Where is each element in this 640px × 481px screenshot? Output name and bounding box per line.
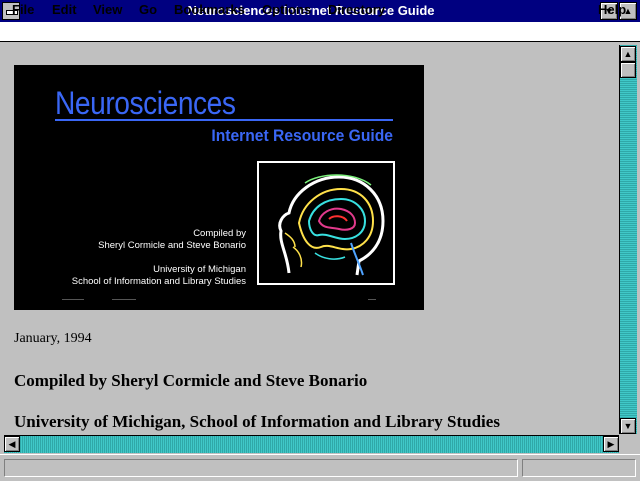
banner-affiliation-line2: School of Information and Library Studie… [71, 276, 246, 287]
page-university-heading: University of Michigan, School of Inform… [14, 412, 500, 431]
menu-view[interactable]: View [93, 0, 122, 19]
menu-bookmarks[interactable]: Bookmarks [174, 0, 245, 19]
banner-dash [62, 299, 84, 300]
banner-rule [55, 119, 393, 121]
document-view: Neurosciences Internet Resource Guide Co… [4, 45, 618, 434]
banner-affiliation-line1: University of Michigan [153, 264, 246, 275]
banner-compiled-line2: Sheryl Cormicle and Steve Bonario [98, 240, 246, 251]
vertical-scrollbar[interactable] [619, 45, 637, 434]
brain-scan-icon [259, 163, 393, 283]
arrow-down-icon: ▼ [623, 421, 633, 431]
menu-help[interactable]: Help [598, 0, 626, 19]
horizontal-scrollbar[interactable] [4, 435, 619, 453]
scroll-down-button[interactable]: ▼ [620, 418, 636, 434]
page-date: January, 1994 [14, 331, 92, 346]
menu-directory[interactable]: Directory [328, 0, 385, 19]
menu-file[interactable]: File [12, 0, 34, 19]
menu-go[interactable]: Go [139, 0, 157, 19]
menu-edit[interactable]: Edit [52, 0, 77, 19]
page-compiled-heading: Compiled by Sheryl Cormicle and Steve Bo… [14, 371, 368, 390]
scroll-right-button[interactable]: ▶ [603, 436, 619, 452]
arrow-left-icon: ◀ [8, 439, 16, 449]
vertical-scroll-thumb[interactable] [620, 62, 636, 78]
banner-compiled-line1: Compiled by [193, 228, 246, 239]
banner-subtitle: Internet Resource Guide [211, 126, 393, 145]
banner-image[interactable]: Neurosciences Internet Resource Guide Co… [14, 65, 424, 310]
banner-title: Neurosciences [55, 85, 236, 121]
menu-bar [0, 22, 640, 42]
status-message-panel [4, 459, 518, 477]
banner-dash [112, 299, 136, 300]
brain-scan-image [257, 161, 395, 285]
menu-options[interactable]: Options [262, 0, 311, 19]
scroll-left-button[interactable]: ◀ [4, 436, 20, 452]
scroll-up-button[interactable]: ▲ [620, 46, 636, 62]
arrow-up-icon: ▲ [623, 49, 633, 59]
progress-panel [522, 459, 636, 477]
banner-dash [368, 299, 376, 300]
arrow-right-icon: ▶ [607, 439, 615, 449]
